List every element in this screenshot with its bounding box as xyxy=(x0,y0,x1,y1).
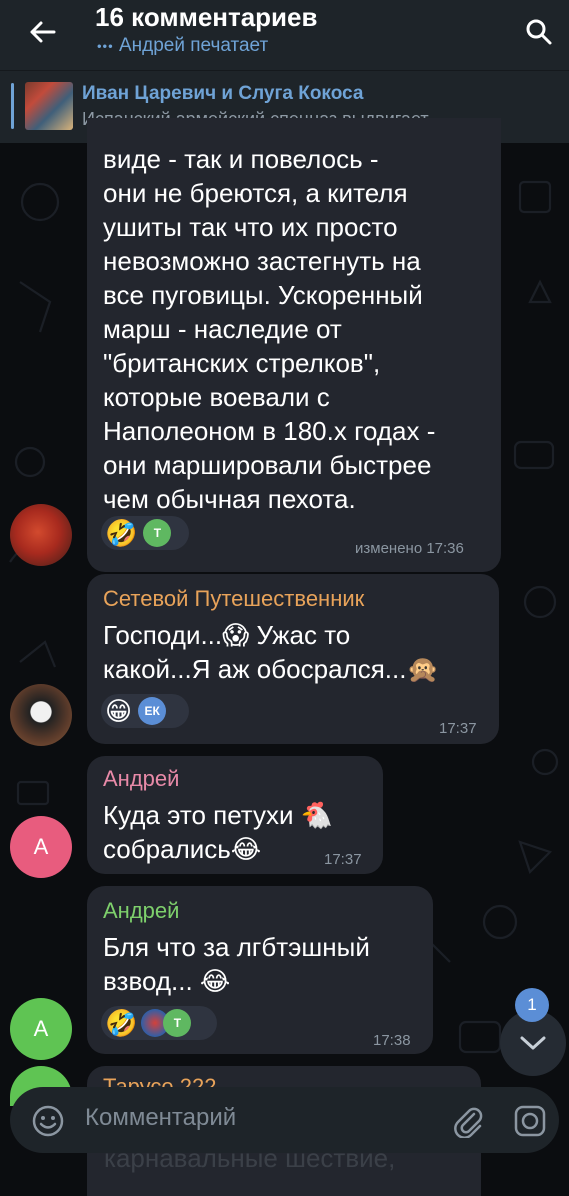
message-bubble[interactable]: Сетевой Путешественник Господи...😱 Ужас … xyxy=(87,574,499,744)
message-bubble[interactable]: Андрей Куда это петухи 🐔 собрались😂 17:3… xyxy=(87,756,383,874)
back-button[interactable] xyxy=(22,14,62,50)
message-time: 17:38 xyxy=(373,1032,411,1049)
message-time: изменено 17:36 xyxy=(355,540,464,557)
paperclip-icon xyxy=(454,1107,483,1138)
reaction-emoji: 🤣 xyxy=(105,1008,138,1038)
message-text: Господи...😱 Ужас то какой...Я аж обосрал… xyxy=(103,620,439,684)
sender-name[interactable]: Сетевой Путешественник xyxy=(103,586,364,612)
reactor-avatar: ЕК xyxy=(138,697,167,725)
reactor-avatar: Т xyxy=(163,1009,192,1037)
camera-button[interactable] xyxy=(510,1101,550,1141)
avatar[interactable]: А xyxy=(10,998,72,1060)
sender-name[interactable]: Андрей xyxy=(103,898,179,924)
message-text: Бля что за лгбтэшный взвод... 😂 xyxy=(103,932,370,996)
chevron-down-icon xyxy=(520,1036,546,1050)
pinned-title: Иван Царевич и Слуга Кокоса xyxy=(82,83,364,104)
reaction-chip[interactable]: 🤣 Т xyxy=(101,516,189,550)
top-app-bar: 16 комментариев ••• Андрей печатает xyxy=(0,0,569,70)
reaction-emoji: 😁 xyxy=(105,696,133,726)
reaction-emoji: 🤣 xyxy=(105,518,138,548)
unread-badge: 1 xyxy=(515,988,549,1022)
message-bubble[interactable]: Андрей Бля что за лгбтэшный взвод... 😂 🤣… xyxy=(87,886,433,1054)
arrow-left-icon xyxy=(30,21,56,43)
message-bubble[interactable]: виде - так и повелось - они не бреются, … xyxy=(87,118,501,572)
search-button[interactable] xyxy=(519,14,559,50)
avatar[interactable] xyxy=(10,504,72,566)
typing-status-text: Андрей печатает xyxy=(118,35,269,56)
message-time: 17:37 xyxy=(439,720,477,737)
comment-input[interactable]: Комментарий xyxy=(85,1104,236,1132)
pinned-indicator xyxy=(11,83,14,129)
message-time: 17:37 xyxy=(324,851,362,868)
typing-dots-icon: ••• xyxy=(97,38,114,54)
message-text: Куда это петухи 🐔 собрались😂 xyxy=(103,800,334,864)
sender-name[interactable]: Андрей xyxy=(103,766,179,792)
pinned-thumbnail xyxy=(25,82,73,130)
page-title: 16 комментариев xyxy=(95,2,318,32)
message-text: виде - так и повелось - они не бреются, … xyxy=(103,144,436,514)
reaction-chip[interactable]: 😁 ЕК xyxy=(101,694,189,728)
avatar[interactable]: А xyxy=(10,816,72,878)
instagram-camera-icon xyxy=(514,1105,546,1137)
reaction-chip[interactable]: 🤣 Т xyxy=(101,1006,217,1040)
avatar[interactable] xyxy=(10,684,72,746)
comment-composer: Комментарий xyxy=(10,1087,559,1153)
attach-button[interactable] xyxy=(448,1101,488,1141)
search-icon xyxy=(526,19,552,45)
emoji-button[interactable] xyxy=(28,1101,68,1141)
smile-icon xyxy=(32,1105,64,1137)
typing-status: ••• Андрей печатает xyxy=(97,35,268,57)
reactor-avatar: Т xyxy=(143,519,172,547)
